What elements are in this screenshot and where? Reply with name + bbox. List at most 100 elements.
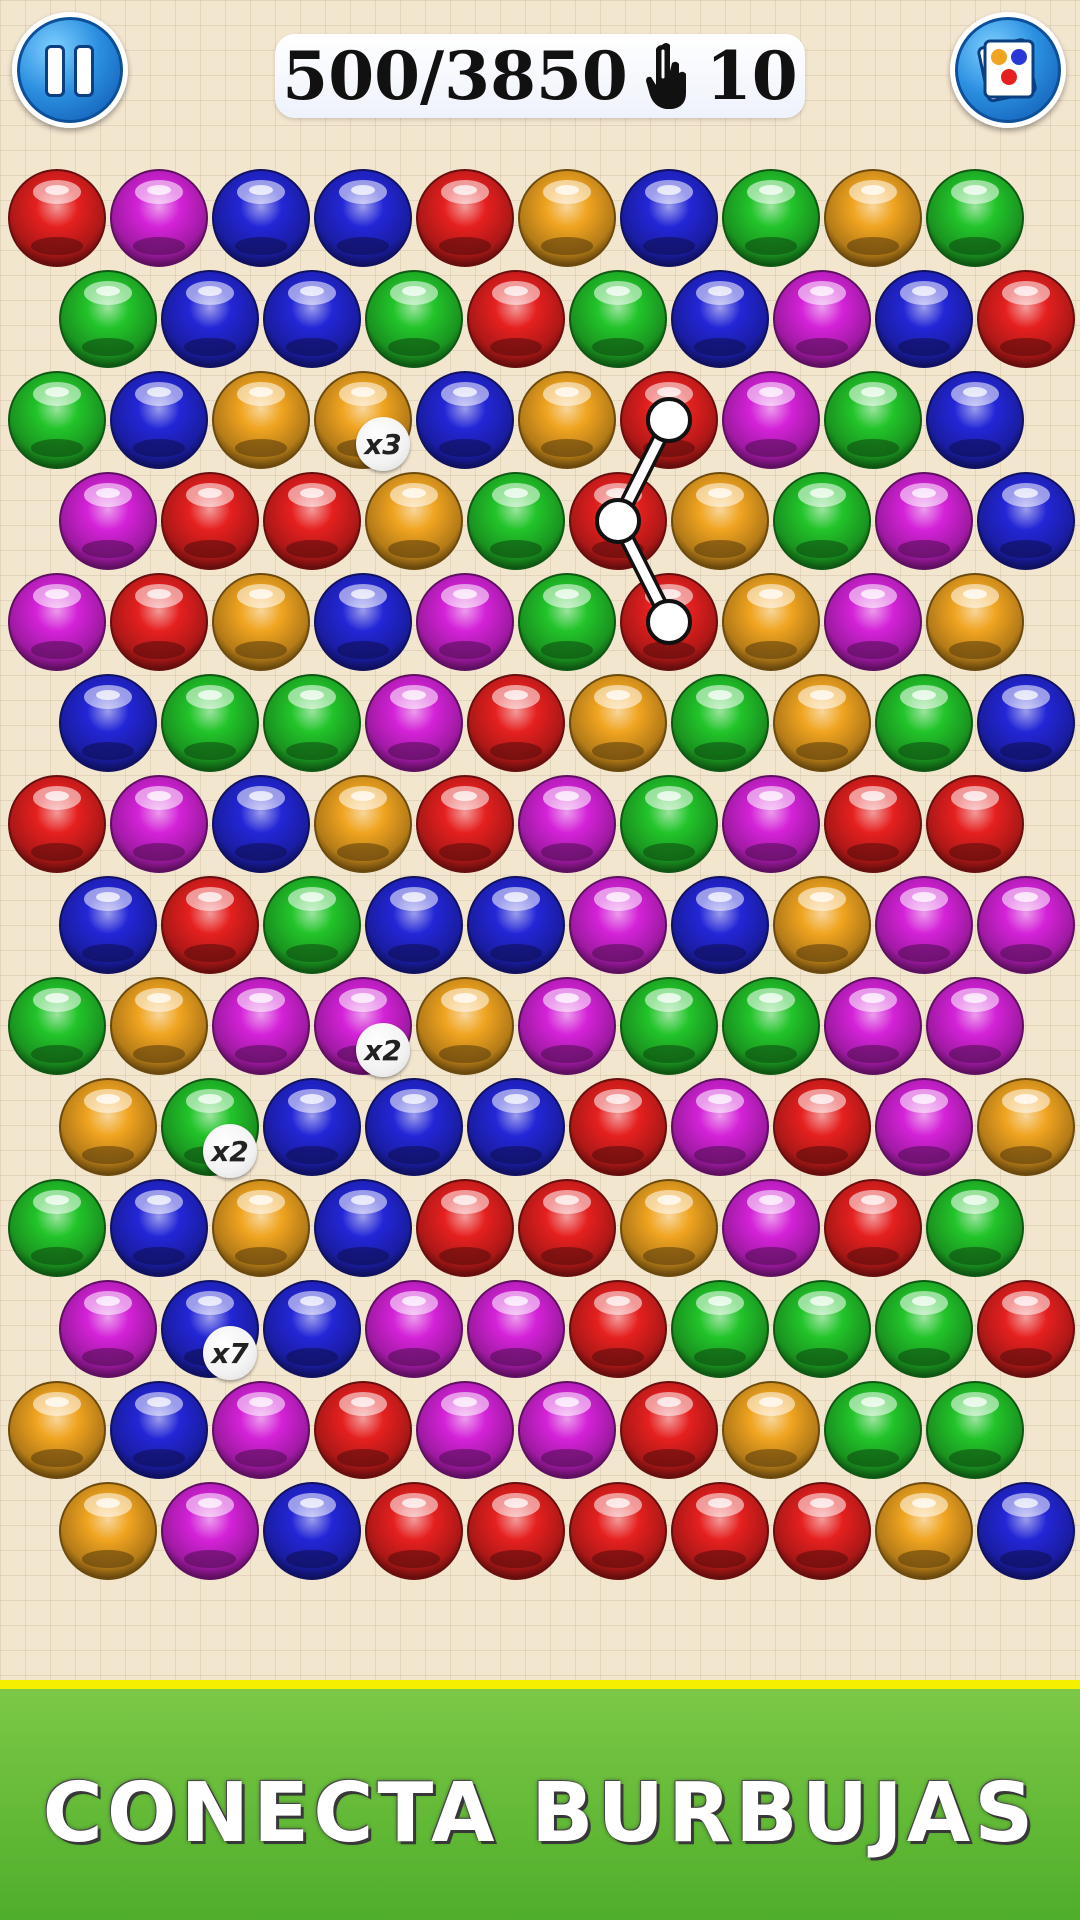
bubble-blue[interactable]	[415, 370, 515, 470]
bubble-green[interactable]	[874, 673, 974, 773]
bubble-yellow[interactable]	[874, 1481, 974, 1581]
bubble-yellow[interactable]	[517, 370, 617, 470]
bubble-yellow[interactable]	[568, 673, 668, 773]
bubble-yellow[interactable]	[7, 1380, 107, 1480]
bubble-red[interactable]	[466, 673, 566, 773]
bubble-magenta[interactable]	[823, 572, 923, 672]
bubble-blue[interactable]	[619, 168, 719, 268]
bubble-red[interactable]	[160, 471, 260, 571]
bubble-magenta[interactable]	[517, 1380, 617, 1480]
bubble-red[interactable]	[925, 774, 1025, 874]
bubble-magenta[interactable]	[415, 1380, 515, 1480]
bubble-yellow[interactable]	[58, 1481, 158, 1581]
bubble-green[interactable]	[670, 673, 770, 773]
bubble-blue[interactable]	[670, 875, 770, 975]
bubble-green[interactable]	[721, 976, 821, 1076]
bubble-green[interactable]	[619, 774, 719, 874]
bubble-magenta[interactable]	[721, 370, 821, 470]
bubble-blue[interactable]	[109, 370, 209, 470]
bubble-green[interactable]	[568, 269, 668, 369]
bubble-yellow[interactable]	[772, 673, 872, 773]
bubble-magenta[interactable]	[568, 875, 668, 975]
bubble-blue[interactable]	[109, 1380, 209, 1480]
bubble-magenta[interactable]	[874, 875, 974, 975]
bubble-yellow[interactable]	[619, 1178, 719, 1278]
bubble-blue[interactable]	[262, 269, 362, 369]
bubble-green[interactable]	[7, 976, 107, 1076]
bubble-magenta[interactable]	[364, 673, 464, 773]
bubble-blue[interactable]	[160, 269, 260, 369]
bubble-green[interactable]	[721, 168, 821, 268]
bubble-red[interactable]	[619, 1380, 719, 1480]
bubble-yellow[interactable]	[109, 976, 209, 1076]
bubble-blue[interactable]	[58, 875, 158, 975]
bubble-red[interactable]	[160, 875, 260, 975]
bubble-magenta[interactable]	[58, 471, 158, 571]
bubble-magenta[interactable]	[823, 976, 923, 1076]
bubble-green[interactable]	[619, 976, 719, 1076]
bubble-magenta[interactable]	[517, 774, 617, 874]
bubble-blue[interactable]	[211, 774, 311, 874]
bubble-magenta[interactable]	[721, 1178, 821, 1278]
bubble-yellow[interactable]	[925, 572, 1025, 672]
bubble-blue[interactable]	[976, 673, 1076, 773]
bubble-red[interactable]	[466, 1481, 566, 1581]
bubble-yellow[interactable]	[670, 471, 770, 571]
bubble-blue[interactable]	[364, 875, 464, 975]
bubble-red[interactable]	[262, 471, 362, 571]
bubble-blue[interactable]	[313, 1178, 413, 1278]
bubble-magenta[interactable]	[925, 976, 1025, 1076]
bubble-green[interactable]	[823, 370, 923, 470]
bubble-red[interactable]	[976, 1279, 1076, 1379]
bubble-green[interactable]	[772, 1279, 872, 1379]
bubble-green[interactable]	[925, 1178, 1025, 1278]
bubble-green[interactable]	[160, 673, 260, 773]
bubble-blue[interactable]	[466, 1077, 566, 1177]
bubble-magenta[interactable]	[466, 1279, 566, 1379]
bubble-magenta[interactable]	[670, 1077, 770, 1177]
bubble-green[interactable]	[517, 572, 617, 672]
bubble-yellow[interactable]	[721, 572, 821, 672]
bubble-yellow[interactable]	[58, 1077, 158, 1177]
bubble-blue[interactable]	[262, 1279, 362, 1379]
bubble-magenta[interactable]	[160, 1481, 260, 1581]
bubble-blue[interactable]	[670, 269, 770, 369]
bubble-magenta[interactable]	[517, 976, 617, 1076]
bubble-red[interactable]	[364, 1481, 464, 1581]
bubble-magenta[interactable]	[211, 976, 311, 1076]
bubble-red[interactable]	[823, 1178, 923, 1278]
bubble-blue[interactable]	[262, 1481, 362, 1581]
bubble-magenta[interactable]	[874, 1077, 974, 1177]
bubble-yellow[interactable]	[211, 370, 311, 470]
bubble-board[interactable]: x3 x2 x2 x7	[0, 0, 1080, 1680]
bubble-yellow[interactable]	[313, 774, 413, 874]
bubble-yellow[interactable]	[415, 976, 515, 1076]
bubble-red[interactable]	[619, 572, 719, 672]
bubble-red[interactable]	[415, 774, 515, 874]
bubble-magenta[interactable]	[364, 1279, 464, 1379]
bubble-blue[interactable]	[466, 875, 566, 975]
bubble-green[interactable]	[7, 1178, 107, 1278]
bubble-magenta[interactable]	[7, 572, 107, 672]
bubble-red[interactable]	[976, 269, 1076, 369]
bubble-green[interactable]	[262, 673, 362, 773]
bubble-yellow[interactable]	[721, 1380, 821, 1480]
bubble-red[interactable]	[568, 1279, 668, 1379]
bubble-red[interactable]	[670, 1481, 770, 1581]
bubble-green[interactable]	[823, 1380, 923, 1480]
bubble-blue[interactable]	[109, 1178, 209, 1278]
bubble-red[interactable]	[7, 168, 107, 268]
bubble-blue[interactable]	[976, 471, 1076, 571]
bubble-red[interactable]	[823, 774, 923, 874]
bubble-blue[interactable]	[313, 572, 413, 672]
bubble-blue[interactable]	[58, 673, 158, 773]
bubble-magenta[interactable]	[874, 471, 974, 571]
bubble-red[interactable]	[568, 471, 668, 571]
bubble-blue[interactable]	[925, 370, 1025, 470]
bubble-blue[interactable]	[874, 269, 974, 369]
bubble-green[interactable]	[874, 1279, 974, 1379]
bubble-red[interactable]	[466, 269, 566, 369]
bubble-yellow[interactable]	[772, 875, 872, 975]
bubble-yellow[interactable]	[517, 168, 617, 268]
bubble-blue[interactable]	[976, 1481, 1076, 1581]
